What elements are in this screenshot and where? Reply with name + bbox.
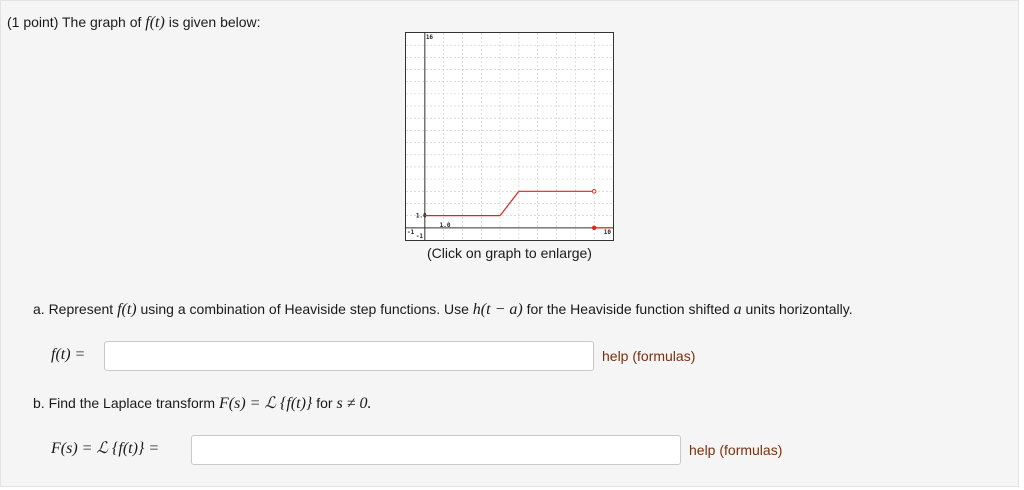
- part-a-text-1: using a combination of Heaviside step fu…: [140, 301, 469, 317]
- problem-panel: (1 point) The graph of f(t) is given bel…: [0, 0, 1019, 487]
- part-b-condition: s ≠ 0.: [336, 395, 372, 412]
- part-a-lhs: f(t) =: [51, 346, 86, 363]
- part-a-help-link[interactable]: help (formulas): [602, 347, 695, 365]
- y-min-label: -1: [416, 233, 424, 240]
- x-min-label: -1: [407, 229, 415, 236]
- problem-intro: (1 point) The graph of: [7, 14, 142, 30]
- part-b-prefix: b. Find the Laplace transform: [33, 395, 216, 411]
- y-max-label: 16: [426, 34, 434, 41]
- x-max-label: 10: [604, 229, 612, 236]
- part-b-transform: F(s) = ℒ {f(t)}: [219, 395, 313, 412]
- problem-header: (1 point) The graph of f(t) is given bel…: [7, 13, 261, 32]
- part-a-question: a. Represent f(t) using a combination of…: [33, 300, 853, 319]
- x-one-label: 1.0: [440, 222, 451, 229]
- part-b-lhs: F(s) = ℒ {f(t)} =: [51, 440, 160, 457]
- part-a-prefix: a. Represent: [33, 301, 114, 317]
- graph-caption[interactable]: (Click on graph to enlarge): [405, 245, 614, 261]
- part-a-text-2: for the Heaviside function shifted: [526, 301, 730, 317]
- function-graph[interactable]: 16 -1 -1 10 1.0 1.0: [405, 32, 614, 241]
- closed-endpoint: [591, 225, 597, 231]
- part-a-var: a: [733, 301, 742, 318]
- open-endpoint: [591, 189, 597, 194]
- part-b-question: b. Find the Laplace transform F(s) = ℒ {…: [33, 394, 371, 413]
- part-b-help-link[interactable]: help (formulas): [689, 441, 782, 459]
- part-b-answer-input[interactable]: [191, 435, 681, 465]
- part-a-answer-input[interactable]: [104, 341, 594, 371]
- problem-intro-tail: is given below:: [168, 14, 261, 30]
- part-a-heaviside: h(t − a): [472, 301, 523, 318]
- graph-canvas[interactable]: 16-1-1101.01.0: [406, 33, 613, 240]
- part-a-func: f(t): [117, 301, 137, 318]
- part-a-text-3: units horizontally.: [745, 301, 853, 317]
- function-symbol: f(t): [145, 14, 165, 31]
- part-b-for: for: [316, 395, 333, 411]
